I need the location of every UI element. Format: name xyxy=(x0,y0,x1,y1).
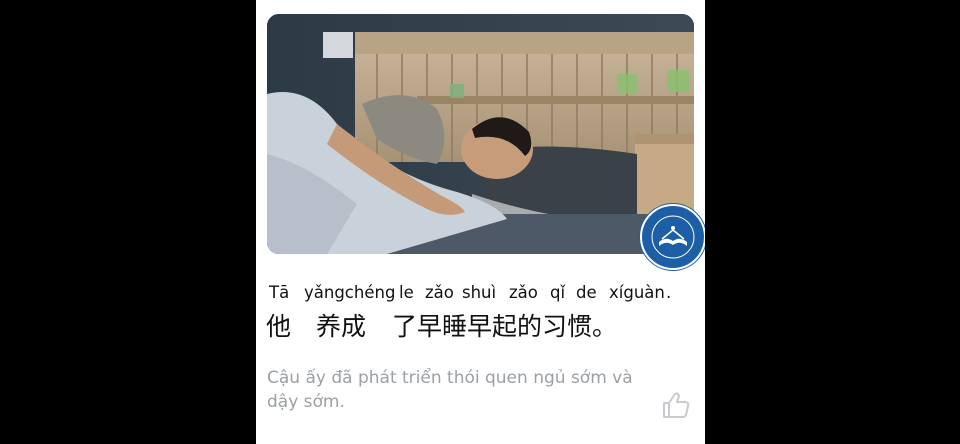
brand-badge xyxy=(640,204,705,270)
hanzi-word: 了早睡早起的习惯。 xyxy=(392,312,618,341)
pinyin-word: yǎngchéng xyxy=(304,283,396,302)
photo-sleeping-man xyxy=(267,14,694,254)
pinyin-word: le xyxy=(399,283,414,302)
pinyin-word: de xyxy=(576,283,597,302)
pinyin-word: Tā xyxy=(269,283,290,302)
pinyin-word: . xyxy=(666,283,672,302)
open-book-logo-icon xyxy=(643,207,703,267)
pinyin-word: shuì xyxy=(462,283,497,302)
vietnamese-translation: Cậu ấy đã phát triển thói quen ngủ sớm v… xyxy=(267,368,633,412)
lesson-photo xyxy=(267,14,694,254)
hanzi-word: 养成 xyxy=(316,312,367,341)
lesson-card: Tā yǎngchéng le zǎo shuì zǎo qǐ de xíguà… xyxy=(256,0,705,444)
pinyin-word: qǐ xyxy=(550,283,566,302)
hanzi-word: 他 xyxy=(266,312,292,341)
thumbs-up-icon xyxy=(663,392,690,418)
like-button[interactable] xyxy=(660,389,692,421)
pinyin-word: zǎo xyxy=(509,283,538,302)
pinyin-word: zǎo xyxy=(425,283,454,302)
pinyin-word: xíguàn xyxy=(609,283,665,302)
